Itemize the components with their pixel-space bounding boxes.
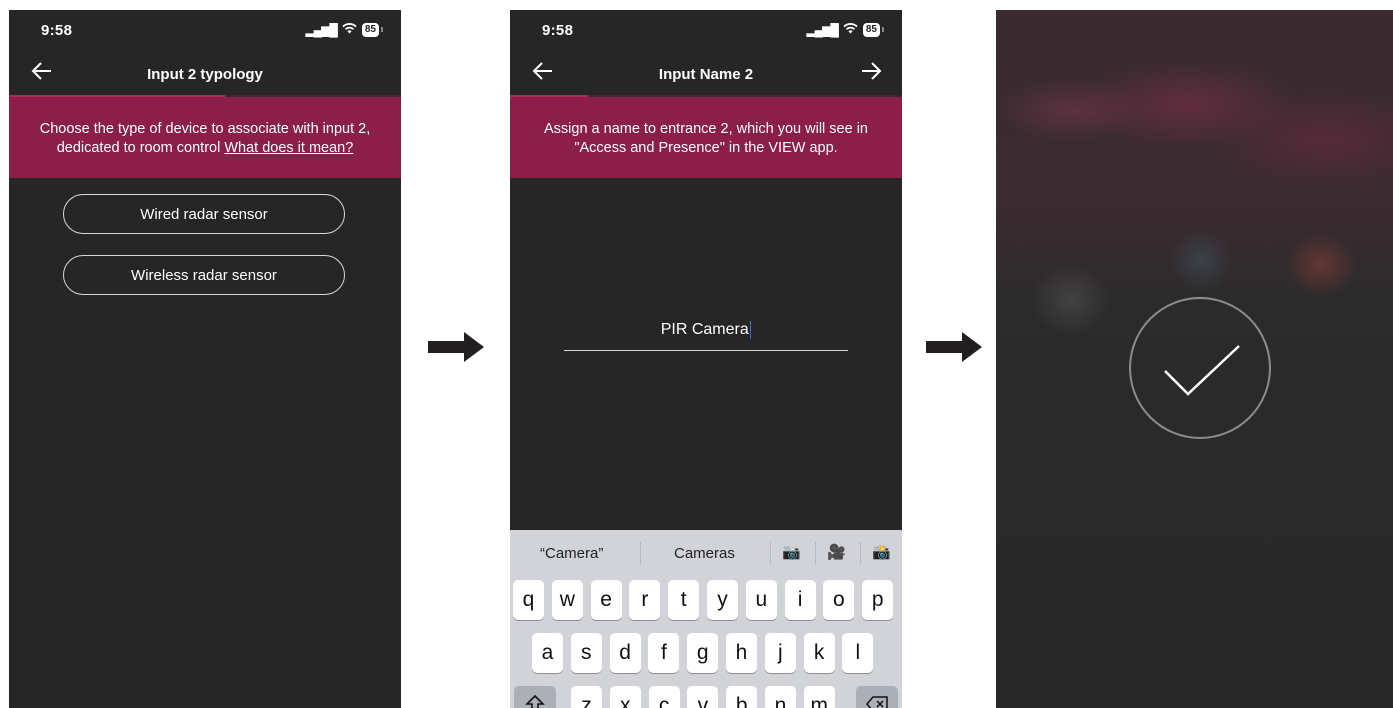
suggestion-2[interactable]: Cameras (674, 545, 735, 562)
info-banner: Choose the type of device to associate w… (9, 97, 401, 178)
key-j[interactable]: j (764, 633, 796, 673)
screen-input-name: 9:58 ▂▄▆█ 85 Input Name 2 Assign a name … (510, 10, 902, 708)
key-v[interactable]: v (687, 686, 719, 708)
key-m[interactable]: m (803, 686, 835, 708)
key-k[interactable]: k (803, 633, 835, 673)
shift-key[interactable] (514, 686, 556, 708)
status-time: 9:58 (542, 22, 574, 39)
key-a[interactable]: a (532, 633, 563, 673)
suggestion-1[interactable]: “Camera” (540, 545, 603, 562)
page-title: Input Name 2 (658, 66, 754, 83)
key-l[interactable]: l (842, 633, 874, 673)
input-name-field[interactable]: PIR Camera (564, 310, 848, 351)
key-r[interactable]: r (629, 580, 661, 620)
backspace-icon (866, 694, 888, 708)
key-y[interactable]: y (707, 580, 738, 620)
success-circle (1129, 297, 1271, 439)
key-h[interactable]: h (726, 633, 757, 673)
suggestion-bar: “Camera” Cameras 📷 🎥 📸 (510, 530, 902, 578)
key-d[interactable]: d (609, 633, 641, 673)
key-b[interactable]: b (726, 686, 758, 708)
key-x[interactable]: x (609, 686, 641, 708)
delete-key[interactable] (856, 686, 898, 708)
status-time: 9:58 (41, 22, 73, 39)
key-p[interactable]: p (862, 580, 894, 620)
wifi-icon (843, 22, 858, 37)
key-e[interactable]: e (590, 580, 622, 620)
arrow-right-icon (926, 332, 982, 362)
arrow-right-icon (428, 332, 484, 362)
banner-text: Assign a name to entrance 2, which you w… (543, 121, 868, 156)
screen-success (996, 10, 1393, 708)
status-icons: ▂▄▆█ 85 (305, 22, 383, 37)
key-o[interactable]: o (823, 580, 855, 620)
key-g[interactable]: g (687, 633, 719, 673)
input-name-value: PIR Camera (660, 321, 749, 338)
key-c[interactable]: c (648, 686, 680, 708)
text-caret (749, 321, 752, 339)
camera-emoji-icon[interactable]: 📷 (782, 543, 801, 561)
key-u[interactable]: u (745, 580, 777, 620)
key-i[interactable]: i (784, 580, 816, 620)
status-bar: 9:58 ▂▄▆█ 85 (510, 10, 902, 46)
info-banner: Assign a name to entrance 2, which you w… (510, 97, 902, 178)
key-z[interactable]: z (571, 686, 602, 708)
key-q[interactable]: q (513, 580, 544, 620)
arrow-right-icon[interactable] (860, 60, 882, 89)
status-icons: ▂▄▆█ 85 (806, 22, 884, 37)
battery-icon: 85 (862, 22, 880, 37)
key-w[interactable]: w (551, 580, 583, 620)
video-camera-emoji-icon[interactable]: 🎥 (827, 543, 846, 561)
key-s[interactable]: s (570, 633, 602, 673)
wired-radar-sensor-button[interactable]: Wired radar sensor (63, 194, 345, 234)
checkmark-icon (1164, 345, 1240, 396)
what-does-it-mean-link[interactable]: What does it mean? (224, 140, 353, 156)
battery-icon: 85 (361, 22, 379, 37)
keyboard: “Camera” Cameras 📷 🎥 📸 qwertyuiop asdfghj… (510, 530, 902, 708)
camera-flash-emoji-icon[interactable]: 📸 (872, 543, 891, 561)
key-n[interactable]: n (765, 686, 796, 708)
nav-bar: Input 2 typology (9, 60, 401, 96)
cellular-signal-icon: ▂▄▆█ (305, 22, 337, 37)
screen-input-typology: 9:58 ▂▄▆█ 85 Input 2 typology Choose the… (9, 10, 401, 708)
status-bar: 9:58 ▂▄▆█ 85 (9, 10, 401, 46)
wireless-radar-sensor-button[interactable]: Wireless radar sensor (63, 255, 345, 295)
key-t[interactable]: t (668, 580, 700, 620)
key-f[interactable]: f (648, 633, 680, 673)
wifi-icon (342, 22, 357, 37)
nav-bar: Input Name 2 (510, 60, 902, 96)
shift-icon (525, 694, 545, 708)
cellular-signal-icon: ▂▄▆█ (806, 22, 838, 37)
page-title: Input 2 typology (147, 66, 263, 83)
